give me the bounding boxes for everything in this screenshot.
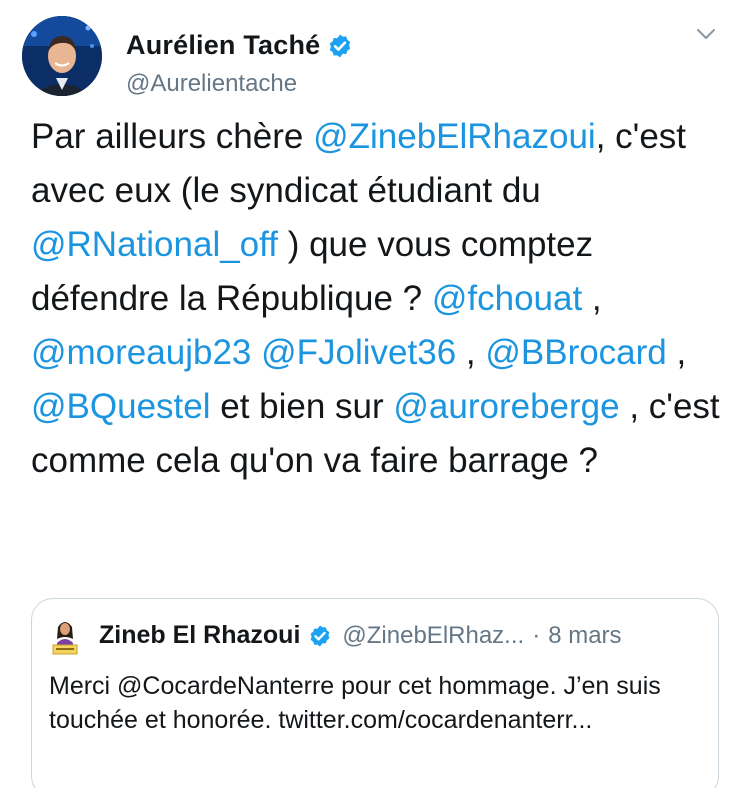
tweet-text-segment: Par ailleurs chère: [31, 117, 314, 156]
tweet-body: Par ailleurs chère @ZinebElRhazoui, c'es…: [31, 110, 731, 488]
chevron-down-icon[interactable]: [694, 22, 718, 46]
quoted-author-handle[interactable]: @ZinebElRhaz...: [342, 622, 524, 650]
mention-link[interactable]: @ZinebElRhazoui: [313, 117, 596, 156]
mention-link[interactable]: @FJolivet36: [261, 333, 456, 372]
separator-dot: ·: [532, 621, 541, 649]
mention-link[interactable]: @auroreberge: [393, 387, 619, 426]
author-name[interactable]: Aurélien Taché: [126, 30, 320, 61]
quoted-tweet-card[interactable]: Zineb El Rhazoui @ZinebElRhaz... · 8 mar…: [31, 598, 719, 788]
author-handle[interactable]: @Aurelientache: [126, 70, 297, 98]
verified-badge-icon: [330, 34, 351, 57]
author-avatar[interactable]: [22, 16, 102, 96]
tweet-text-segment: [251, 333, 261, 372]
quoted-author-avatar[interactable]: [49, 615, 81, 655]
tweet-header: Aurélien Taché @Aurelientache: [22, 16, 728, 98]
mention-link[interactable]: @BBrocard: [485, 333, 666, 372]
tweet-text-segment: ,: [456, 333, 486, 372]
quoted-tweet-date[interactable]: 8 mars: [548, 622, 621, 650]
mention-link[interactable]: @BQuestel: [31, 387, 211, 426]
tweet-text-segment: ,: [666, 333, 687, 372]
tweet-text-segment: ,: [582, 279, 602, 318]
mention-link[interactable]: @fchouat: [432, 279, 582, 318]
tweet-text-segment: et bien sur: [210, 387, 394, 426]
quoted-tweet-text: Merci @CocardeNanterre pour cet hommage.…: [49, 672, 661, 734]
mention-link[interactable]: @moreaujb23: [31, 333, 251, 372]
mention-link[interactable]: @RNational_off: [31, 225, 278, 264]
quoted-author-name[interactable]: Zineb El Rhazoui: [99, 621, 300, 650]
verified-badge-icon: [311, 625, 330, 646]
